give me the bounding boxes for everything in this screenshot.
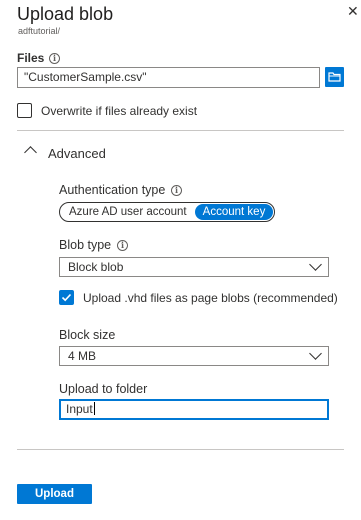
- folder-icon: [328, 72, 341, 82]
- checkmark-icon: [61, 293, 72, 302]
- chevron-down-icon: [309, 258, 322, 271]
- block-size-dropdown[interactable]: 4 MB: [59, 346, 329, 366]
- info-icon[interactable]: i: [171, 185, 182, 196]
- overwrite-checkbox[interactable]: [17, 103, 32, 118]
- auth-option-account-key[interactable]: Account key: [195, 204, 273, 220]
- upload-folder-label: Upload to folder: [59, 382, 148, 396]
- advanced-label: Advanced: [48, 146, 106, 161]
- close-icon[interactable]: ✕: [347, 4, 359, 18]
- auth-type-toggle: Azure AD user account Account key: [59, 202, 275, 222]
- info-icon[interactable]: i: [49, 53, 60, 64]
- info-icon[interactable]: i: [117, 240, 128, 251]
- block-size-label: Block size: [59, 328, 116, 342]
- upload-button[interactable]: Upload: [17, 484, 92, 504]
- divider: [17, 130, 344, 131]
- blob-type-label: Blob type: [59, 238, 112, 252]
- auth-type-label: Authentication type: [59, 183, 166, 197]
- blob-type-value: Block blob: [68, 260, 124, 274]
- block-size-value: 4 MB: [68, 349, 97, 363]
- vhd-label: Upload .vhd files as page blobs (recomme…: [83, 291, 338, 305]
- upload-folder-input[interactable]: Input: [59, 399, 329, 420]
- files-label: Files: [17, 51, 45, 65]
- auth-option-azure-ad[interactable]: Azure AD user account: [69, 204, 187, 220]
- chevron-down-icon: [309, 347, 322, 360]
- overwrite-label: Overwrite if files already exist: [41, 104, 198, 118]
- panel-title: Upload blob: [17, 4, 114, 24]
- vhd-checkbox[interactable]: [59, 290, 74, 305]
- browse-files-button[interactable]: [325, 67, 344, 87]
- blob-type-dropdown[interactable]: Block blob: [59, 257, 329, 277]
- panel-subtitle: adftutorial/: [18, 26, 61, 36]
- divider: [17, 449, 344, 450]
- chevron-up-icon: [24, 146, 37, 159]
- text-caret: [93, 402, 95, 415]
- upload-folder-value: Input: [66, 402, 93, 416]
- files-input[interactable]: "CustomerSample.csv": [17, 67, 320, 88]
